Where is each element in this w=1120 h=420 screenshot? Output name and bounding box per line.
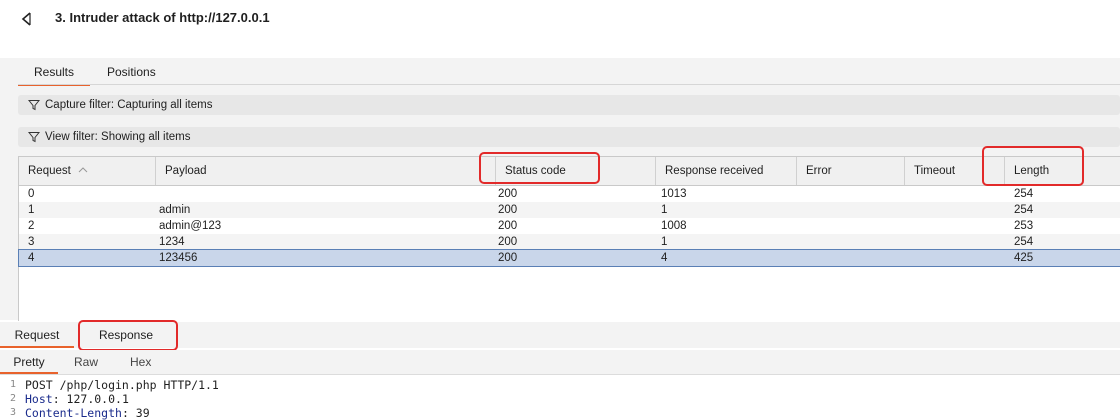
window-title: 3. Intruder attack of http://127.0.0.1 [55, 10, 270, 25]
table-row[interactable]: 1 admin 200 1 254 [19, 202, 1120, 218]
sort-ascending-icon [78, 167, 88, 173]
cell-response-received: 1 [661, 236, 668, 248]
line-number: 3 [9, 407, 16, 418]
cell-payload: 123456 [159, 252, 198, 264]
line-number: 2 [9, 393, 16, 404]
cell-status-code: 200 [498, 204, 518, 216]
view-filter-label: View filter: Showing all items [45, 131, 191, 143]
cell-payload: admin [159, 204, 191, 216]
column-header-error[interactable]: Error [797, 157, 905, 185]
cell-status-code: 200 [498, 252, 518, 264]
tab-raw[interactable]: Raw [74, 350, 98, 372]
code-line: 3 Content-Length: 39 [0, 406, 1120, 420]
code-line: 2 Host: 127.0.0.1 [0, 392, 1120, 406]
status-code-highlight-box [479, 152, 600, 184]
message-editor[interactable]: 1 POST /php/login.php HTTP/1.1 2 Host: 1… [0, 376, 1120, 420]
cell-response-received: 1008 [661, 220, 687, 232]
header-name: Host [25, 392, 53, 406]
cell-length: 425 [1014, 252, 1034, 264]
cell-status-code: 200 [498, 236, 518, 248]
header-line: Host: 127.0.0.1 [25, 392, 129, 406]
request-line: POST /php/login.php HTTP/1.1 [25, 378, 219, 392]
header-value: : 127.0.0.1 [52, 392, 129, 406]
cell-status-code: 200 [498, 188, 518, 200]
view-tabs: Pretty Raw Hex [0, 350, 1120, 375]
view-filter-bar[interactable]: View filter: Showing all items [18, 127, 1120, 147]
filter-icon [28, 132, 40, 143]
tab-positions[interactable]: Positions [91, 62, 172, 84]
column-header-request[interactable]: Request [19, 157, 156, 185]
cell-request: 0 [28, 188, 35, 200]
header-name: Content-Length [25, 406, 122, 420]
table-row[interactable]: 3 1234 200 1 254 [19, 234, 1120, 250]
capture-filter-label: Capture filter: Capturing all items [45, 99, 213, 111]
column-header-payload[interactable]: Payload [156, 157, 496, 185]
cell-response-received: 4 [661, 252, 668, 264]
cell-request: 1 [28, 204, 35, 216]
tab-request[interactable]: Request [0, 322, 74, 348]
table-row[interactable]: 0 200 1013 254 [19, 186, 1120, 202]
column-header-request-label: Request [28, 165, 71, 177]
tab-hex[interactable]: Hex [130, 350, 151, 372]
cell-payload: admin@123 [159, 220, 222, 232]
filter-icon [28, 100, 40, 111]
length-highlight-box [982, 146, 1084, 186]
cell-request: 4 [28, 252, 35, 264]
cell-length: 254 [1014, 188, 1034, 200]
tab-pretty[interactable]: Pretty [0, 350, 58, 374]
column-header-response-received[interactable]: Response received [656, 157, 797, 185]
tab-divider [18, 84, 1120, 85]
table-row[interactable]: 2 admin@123 200 1008 253 [19, 218, 1120, 234]
cell-response-received: 1013 [661, 188, 687, 200]
code-line: 1 POST /php/login.php HTTP/1.1 [0, 378, 1120, 392]
header-line: Content-Length: 39 [25, 406, 150, 420]
cell-response-received: 1 [661, 204, 668, 216]
cell-payload: 1234 [159, 236, 185, 248]
cell-request: 2 [28, 220, 35, 232]
tab-results[interactable]: Results [18, 62, 91, 86]
cell-length: 254 [1014, 236, 1034, 248]
cell-length: 254 [1014, 204, 1034, 216]
cell-status-code: 200 [498, 220, 518, 232]
capture-filter-bar[interactable]: Capture filter: Capturing all items [18, 95, 1120, 115]
table-row-selected[interactable]: 4 123456 200 4 425 [18, 249, 1120, 267]
response-highlight-box [78, 320, 178, 351]
header-value: : 39 [121, 406, 150, 420]
title-bar: 3. Intruder attack of http://127.0.0.1 [0, 0, 1120, 36]
cell-request: 3 [28, 236, 35, 248]
line-number: 1 [9, 379, 16, 390]
cell-length: 253 [1014, 220, 1034, 232]
back-arrow-icon[interactable] [18, 10, 36, 28]
